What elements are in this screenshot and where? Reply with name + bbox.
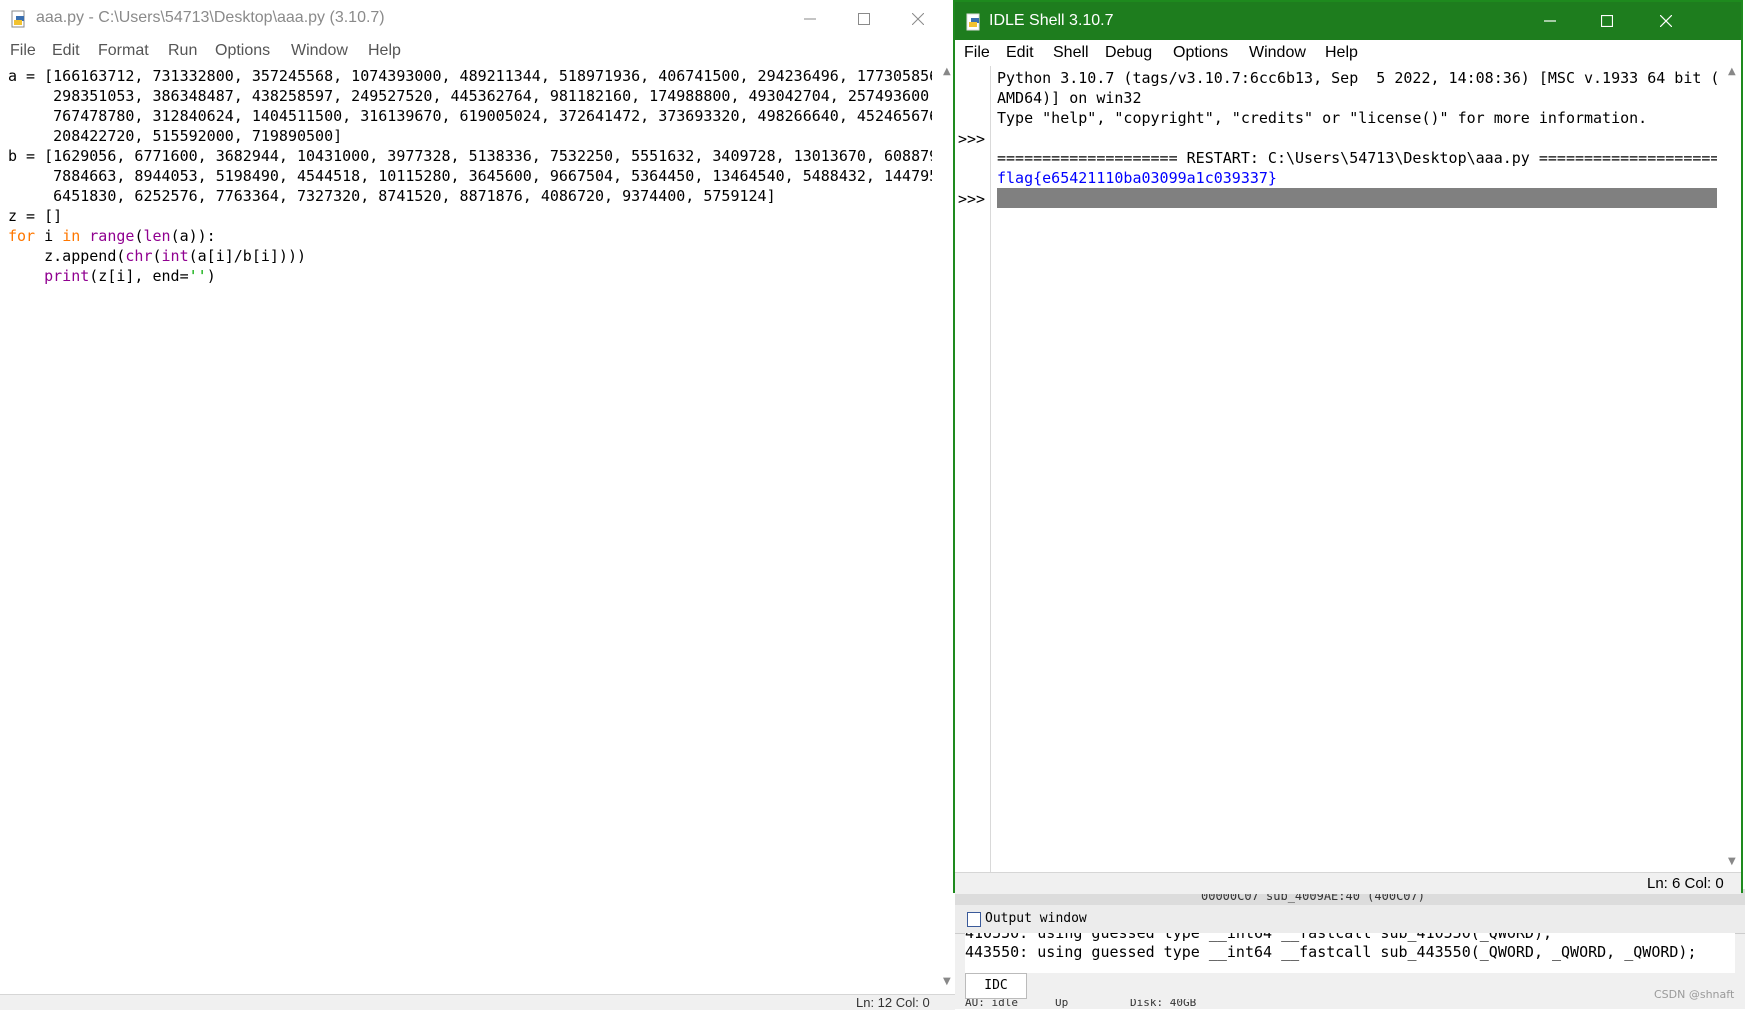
code-line: 298351053, 386348487, 438258597, 2495275… xyxy=(8,87,932,105)
editor-minimize-button[interactable] xyxy=(783,0,837,38)
code-token: (z[i], end= xyxy=(89,267,189,285)
scroll-down-arrow-icon[interactable]: ▼ xyxy=(943,976,951,987)
editor-window: aaa.py - C:\Users\54713\Desktop\aaa.py (… xyxy=(0,0,956,1010)
ida-output-header[interactable]: Output window xyxy=(955,905,1745,934)
ida-output-line: 443550: using guessed type __int64 __fas… xyxy=(965,943,1697,961)
code-line: 7884663, 8944053, 5198490, 4544518, 1011… xyxy=(8,167,932,185)
editor-statusbar: Ln: 12 Col: 0 xyxy=(0,994,955,1010)
python-shell-icon xyxy=(966,13,980,31)
builtin-print: print xyxy=(44,267,90,285)
python-file-icon xyxy=(11,10,25,28)
close-icon xyxy=(912,13,924,25)
shell-line: AMD64)] on win32 xyxy=(997,89,1142,107)
shell-statusbar: Ln: 6 Col: 0 xyxy=(955,872,1741,894)
shell-title: IDLE Shell 3.10.7 xyxy=(989,12,1114,29)
shell-menu-shell[interactable]: Shell xyxy=(1053,44,1089,62)
editor-menu-window[interactable]: Window xyxy=(291,42,348,60)
editor-menu-help[interactable]: Help xyxy=(368,42,401,60)
builtin-int: int xyxy=(161,247,189,265)
ida-output-panel: 00000C07 sub_4009AE:40 (400C07) Output w… xyxy=(955,889,1745,1009)
shell-prompt: >>> xyxy=(958,190,986,208)
editor-menu-run[interactable]: Run xyxy=(168,42,197,60)
shell-menu-options[interactable]: Options xyxy=(1173,44,1228,62)
editor-maximize-button[interactable] xyxy=(837,0,891,38)
maximize-icon xyxy=(1601,15,1613,27)
shell-menu-help[interactable]: Help xyxy=(1325,44,1358,62)
code-line: for i in range(len(a)): xyxy=(8,226,932,246)
builtin-chr: chr xyxy=(125,247,153,265)
shell-prompt-gutter: >>> >>> xyxy=(955,66,991,872)
keyword-for: for xyxy=(8,227,36,245)
shell-titlebar[interactable]: IDLE Shell 3.10.7 xyxy=(955,2,1741,40)
editor-cursor-position: Ln: 12 Col: 0 xyxy=(856,995,930,1010)
code-line: z.append(chr(int(a[i]/b[i]))) xyxy=(8,246,932,266)
scroll-down-arrow-icon[interactable]: ▼ xyxy=(1728,856,1736,867)
shell-close-button[interactable] xyxy=(1639,2,1693,40)
shell-menubar: File Edit Shell Debug Options Window Hel… xyxy=(955,40,1741,66)
code-token: i xyxy=(35,227,63,245)
shell-menu-edit[interactable]: Edit xyxy=(1006,44,1034,62)
shell-menu-window[interactable]: Window xyxy=(1249,44,1306,62)
maximize-icon xyxy=(858,13,870,25)
ida-status-item: Up xyxy=(1055,999,1069,1009)
editor-menu-edit[interactable]: Edit xyxy=(52,42,80,60)
shell-menu-debug[interactable]: Debug xyxy=(1105,44,1152,62)
shell-vertical-scrollbar[interactable]: ▲ ▼ xyxy=(1724,66,1741,872)
builtin-range: range xyxy=(89,227,135,245)
ida-status-item: Disk: 40GB xyxy=(1130,999,1197,1009)
idc-button[interactable]: IDC xyxy=(965,973,1027,999)
ida-statusbar: AU: idle Up Disk: 40GB xyxy=(955,999,1745,1009)
minimize-icon xyxy=(804,18,816,20)
code-line: z = [] xyxy=(8,207,63,225)
code-token: ( xyxy=(152,247,162,265)
scroll-up-arrow-icon[interactable]: ▲ xyxy=(1728,66,1736,77)
keyword-in: in xyxy=(62,227,81,245)
ida-output-title: Output window xyxy=(985,911,1087,926)
ida-output-line: 410550: using guessed type __int64 __fas… xyxy=(965,933,1552,942)
ida-output-text[interactable]: 410550: using guessed type __int64 __fas… xyxy=(965,933,1735,973)
shell-console[interactable]: Python 3.10.7 (tags/v3.10.7:6cc6b13, Sep… xyxy=(997,68,1717,868)
scroll-up-arrow-icon[interactable]: ▲ xyxy=(943,66,951,77)
editor-menubar: File Edit Format Run Options Window Help xyxy=(0,38,955,64)
code-line: b = [1629056, 6771600, 3682944, 10431000… xyxy=(8,147,932,165)
string-literal: '' xyxy=(188,267,207,285)
shell-prompt: >>> xyxy=(958,130,986,148)
code-token: (a)): xyxy=(170,227,216,245)
minimize-icon xyxy=(1544,20,1556,22)
close-icon xyxy=(1660,15,1672,27)
code-line: 6451830, 6252576, 7763364, 7327320, 8741… xyxy=(8,187,776,205)
code-line: 767478780, 312840624, 1404511500, 316139… xyxy=(8,107,932,125)
program-output: flag{e65421110ba03099a1c039337} xyxy=(997,169,1277,187)
shell-line: Python 3.10.7 (tags/v3.10.7:6cc6b13, Sep… xyxy=(997,69,1717,87)
editor-close-button[interactable] xyxy=(891,0,945,38)
shell-menu-file[interactable]: File xyxy=(964,44,990,62)
code-token: ) xyxy=(206,267,216,285)
editor-title: aaa.py - C:\Users\54713\Desktop\aaa.py (… xyxy=(36,9,385,26)
code-line: 208422720, 515592000, 719890500] xyxy=(8,127,343,145)
editor-menu-file[interactable]: File xyxy=(10,42,36,60)
shell-minimize-button[interactable] xyxy=(1523,2,1577,40)
shell-window: IDLE Shell 3.10.7 File Edit Shell Debug … xyxy=(953,0,1743,894)
shell-cursor-position: Ln: 6 Col: 0 xyxy=(1647,875,1724,892)
editor-menu-options[interactable]: Options xyxy=(215,42,270,60)
shell-line: Type "help", "copyright", "credits" or "… xyxy=(997,109,1648,127)
builtin-len: len xyxy=(143,227,171,245)
code-line: print(z[i], end='') xyxy=(8,266,932,286)
output-window-icon xyxy=(967,912,981,927)
code-editor[interactable]: a = [166163712, 731332800, 357245568, 10… xyxy=(8,66,932,991)
code-token: (a[i]/b[i]))) xyxy=(188,247,307,265)
code-line: a = [166163712, 731332800, 357245568, 10… xyxy=(8,67,932,85)
shell-line: ==================== RESTART: C:\Users\5… xyxy=(997,149,1717,167)
editor-titlebar[interactable]: aaa.py - C:\Users\54713\Desktop\aaa.py (… xyxy=(0,0,955,38)
editor-menu-format[interactable]: Format xyxy=(98,42,149,60)
shell-maximize-button[interactable] xyxy=(1580,2,1634,40)
code-token: z.append( xyxy=(8,247,126,265)
ida-status-item: AU: idle xyxy=(965,999,1018,1009)
watermark: CSDN @shnaft xyxy=(1654,988,1735,1001)
